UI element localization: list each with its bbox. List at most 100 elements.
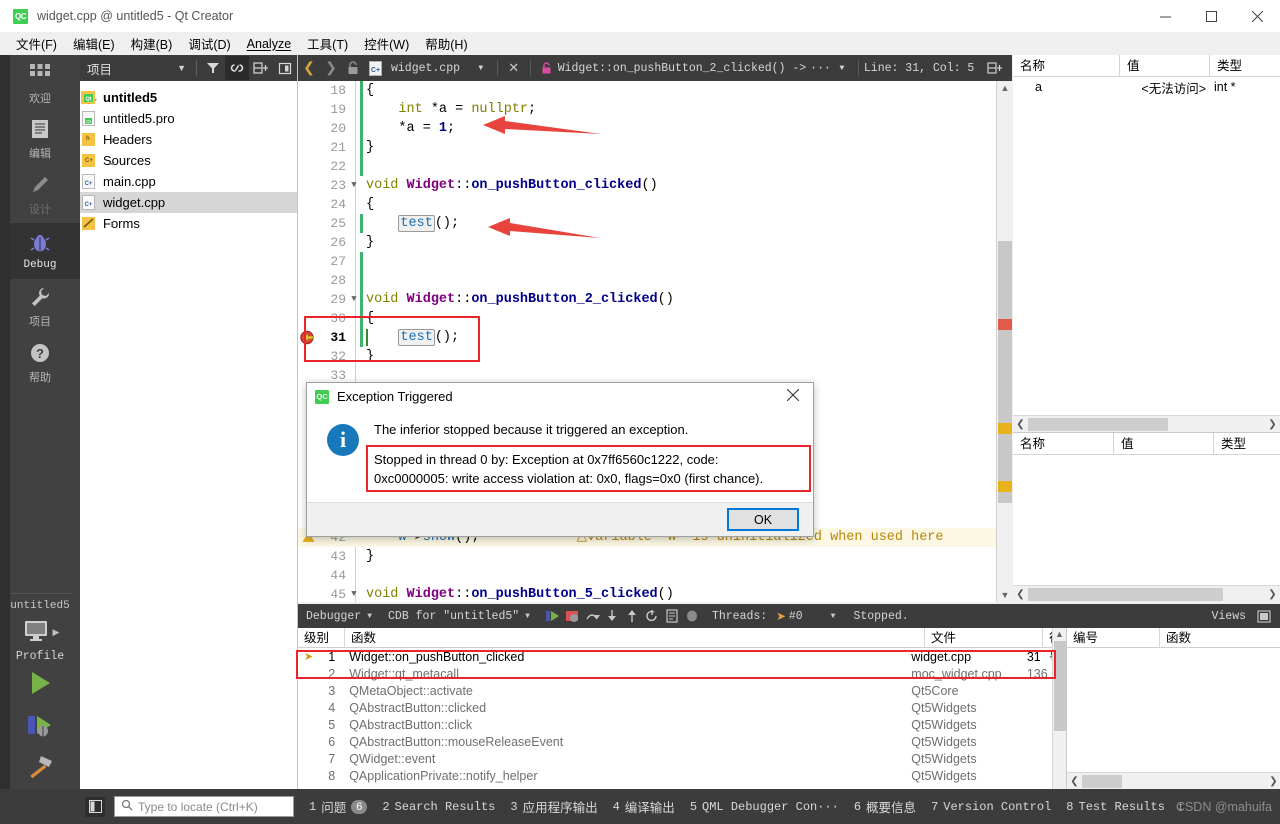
close-icon[interactable]: ✕ — [503, 55, 525, 81]
exception-dialog[interactable]: QC Exception Triggered i The inferior st… — [306, 382, 814, 537]
tree-item-untitled5[interactable]: ⌄Qtuntitled5 — [80, 87, 297, 108]
scroll-right-arrow-icon[interactable]: ❯ — [1265, 589, 1280, 600]
search-input[interactable]: Type to locate (Ctrl+K) — [114, 796, 294, 817]
warning-marker[interactable] — [998, 481, 1012, 492]
stack-col-file[interactable]: 文件 — [924, 627, 1042, 648]
menu-analyze[interactable]: Analyze — [239, 34, 299, 54]
side-panel-view-selector[interactable]: 项目 ▼ — [87, 59, 192, 78]
debugger-engine-selector[interactable]: CDB for "untitled5" ▼ — [384, 607, 534, 625]
code-line-27[interactable]: 27 — [298, 252, 1012, 271]
stack-col-level[interactable]: 级别 — [298, 628, 344, 648]
code-line-21[interactable]: 21} — [298, 138, 1012, 157]
scroll-left-arrow-icon[interactable]: ❮ — [1013, 589, 1028, 600]
menu-help[interactable]: 帮助(H) — [417, 31, 475, 56]
start-debugging-button[interactable] — [0, 705, 80, 747]
unlock-icon[interactable] — [342, 55, 364, 81]
current-symbol[interactable]: Widget::on_pushButton_2_clicked() -> — [558, 62, 806, 75]
fold-marker-icon[interactable]: ▼ — [348, 585, 360, 602]
expressions-col-type[interactable]: 类型 — [1213, 432, 1280, 455]
expressions-hscrollbar[interactable]: ❮ ❯ — [1013, 585, 1280, 602]
link-icon[interactable] — [225, 56, 249, 80]
output-pane-button-5[interactable]: 5 QML Debugger Con··· — [690, 800, 839, 814]
symbol-dropdown-chevron-down-icon[interactable]: ▼ — [831, 55, 853, 81]
scroll-up-arrow-icon[interactable]: ▲ — [997, 81, 1013, 95]
table-row[interactable]: 7 QWidget::event Qt5Widgets — [298, 750, 1066, 767]
scroll-right-arrow-icon[interactable]: ❯ — [1266, 776, 1280, 787]
table-row[interactable]: 6 QAbstractButton::mouseReleaseEvent Qt5Wi… — [298, 733, 1066, 750]
views-menu-icon[interactable] — [1254, 604, 1274, 628]
run-button[interactable] — [0, 663, 80, 705]
restart-icon[interactable] — [642, 604, 662, 628]
error-marker[interactable] — [998, 319, 1012, 330]
scroll-track[interactable] — [1082, 774, 1266, 788]
sidebar-item-debug[interactable]: Debug — [0, 223, 80, 279]
close-icon[interactable] — [1234, 0, 1280, 32]
scroll-down-arrow-icon[interactable]: ▼ — [997, 588, 1013, 602]
code-line-24[interactable]: 24 { — [298, 195, 1012, 214]
step-out-icon[interactable] — [622, 604, 642, 628]
table-row[interactable]: 3 QMetaObject::activate Qt5Core — [298, 682, 1066, 699]
filter-icon[interactable] — [201, 56, 225, 80]
tree-item-main-cpp[interactable]: C+ main.cpp — [80, 171, 297, 192]
code-line-30[interactable]: 30 { — [298, 309, 1012, 328]
code-line-19[interactable]: 19 int *a = nullptr; — [298, 100, 1012, 119]
scroll-track[interactable] — [1028, 417, 1265, 431]
code-line-32[interactable]: 32} — [298, 347, 1012, 366]
chevron-left-icon[interactable]: ❮ — [298, 55, 320, 81]
output-pane-button-4[interactable]: 4 编译输出 — [613, 797, 675, 816]
breakpoints-hscrollbar[interactable]: ❮ ❯ — [1067, 772, 1280, 789]
scroll-left-arrow-icon[interactable]: ❮ — [1013, 419, 1028, 430]
maximize-icon[interactable] — [1188, 0, 1234, 32]
code-line-23[interactable]: 23 ▼ void Widget::on_pushButton_clicked() — [298, 176, 1012, 195]
table-row[interactable]: 2 Widget::qt_metacall moc_widget.cpp 136 — [298, 665, 1066, 682]
open-file-name[interactable]: widget.cpp — [386, 62, 460, 75]
output-pane-button-3[interactable]: 3 应用程序输出 — [510, 797, 597, 816]
expressions-col-value[interactable]: 值 — [1113, 432, 1213, 455]
tree-item-sources[interactable]: ⌄ C+ Sources — [80, 150, 297, 171]
locals-row[interactable]: a <无法访问> int * — [1013, 77, 1280, 97]
instruction-step-icon[interactable] — [662, 604, 682, 628]
toggle-sidebar-icon[interactable] — [85, 796, 105, 817]
close-icon[interactable] — [773, 388, 813, 404]
chevron-right-icon[interactable]: ❯ — [320, 55, 342, 81]
sidebar-item-welcome[interactable]: 欢迎 — [0, 55, 80, 111]
output-pane-button-1[interactable]: 1 问题 6 — [309, 797, 368, 816]
continue-icon[interactable] — [542, 604, 562, 628]
bp-col-number[interactable]: 编号 — [1067, 628, 1159, 648]
scroll-track[interactable] — [1028, 587, 1265, 601]
code-line-18[interactable]: 18 { — [298, 81, 1012, 100]
tree-item-headers[interactable]: › h Headers — [80, 129, 297, 150]
code-line-26[interactable]: 26} — [298, 233, 1012, 252]
scrollbar-thumb[interactable] — [1028, 417, 1168, 431]
output-pane-button-6[interactable]: 6 概要信息 — [854, 797, 916, 816]
warning-marker[interactable] — [998, 423, 1012, 434]
stack-vscrollbar[interactable]: ▲ — [1052, 628, 1066, 789]
code-line-31[interactable]: 31 test (); — [298, 328, 1012, 347]
code-line-29[interactable]: 29 ▼ void Widget::on_pushButton_2_clicked(… — [298, 290, 1012, 309]
editor-scrollbar[interactable]: ▲ ▼ — [996, 81, 1012, 602]
code-line-45[interactable]: 45 ▼ void Widget::on_pushButton_5_clicked(… — [298, 585, 1012, 602]
fold-marker-icon[interactable]: ▼ — [348, 176, 360, 195]
tree-item-widget-cpp[interactable]: C+ widget.cpp — [80, 192, 297, 213]
sidebar-item-help[interactable]: ? 帮助 — [0, 335, 80, 391]
output-pane-button-2[interactable]: 2 Search Results — [382, 800, 495, 814]
sidebar-item-design[interactable]: 设计 — [0, 167, 80, 223]
tree-item-forms[interactable]: › Forms — [80, 213, 297, 234]
locals-col-type[interactable]: 类型 — [1209, 54, 1280, 77]
bp-col-function[interactable]: 函数 — [1159, 627, 1280, 648]
stack-col-function[interactable]: 函数 — [344, 627, 924, 648]
table-row[interactable]: 8 QApplicationPrivate::notify_helper Qt5Wi… — [298, 767, 1066, 784]
locals-hscrollbar[interactable]: ❮ ❯ — [1013, 415, 1280, 432]
menu-widgets[interactable]: 控件(W) — [356, 31, 417, 56]
code-line-22[interactable]: 22 — [298, 157, 1012, 176]
code-line-25[interactable]: 25 test (); — [298, 214, 1012, 233]
expressions-col-name[interactable]: 名称 — [1013, 433, 1113, 455]
kit-selector[interactable]: ▶ — [0, 612, 80, 652]
menu-edit[interactable]: 编辑(E) — [65, 31, 123, 56]
file-dropdown-chevron-down-icon[interactable]: ▼ — [470, 55, 492, 81]
locals-col-value[interactable]: 值 — [1119, 54, 1209, 77]
ok-button[interactable]: OK — [727, 508, 799, 531]
breakpoints-view[interactable]: 编号 函数 ❮ ❯ — [1066, 627, 1280, 789]
tree-item-untitled5-pro[interactable]: Qt untitled5.pro — [80, 108, 297, 129]
code-line-44[interactable]: 44 — [298, 566, 1012, 585]
